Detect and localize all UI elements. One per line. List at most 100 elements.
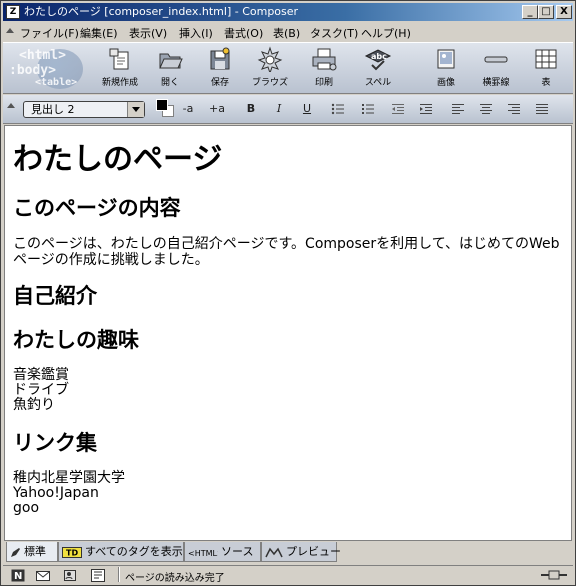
smaller-font-button[interactable]: -a [177,99,199,119]
html-source-icon: <HTML> [188,549,218,558]
open-button[interactable]: 開く [143,46,197,92]
tab-preview[interactable]: プレビュー [261,542,341,562]
text-color-swatch[interactable] [156,99,168,111]
menu-format[interactable]: 書式(O) [224,25,263,41]
connection-status-icon[interactable] [539,569,569,581]
section-heading-contents: このページの内容 [13,196,181,220]
editor-area[interactable]: わたしのページ このページの内容 このページは、わたしの自己紹介ページです。Co… [4,125,572,541]
section-heading-profile: 自己紹介 [13,284,97,308]
align-center-icon[interactable] [479,102,493,116]
open-folder-icon [159,53,183,69]
menu-view[interactable]: 表示(V) [129,25,167,41]
menu-edit[interactable]: 編集(E) [80,25,118,41]
composer-icon[interactable]: Z [6,5,20,19]
open-button-label: 開く [160,78,179,88]
link-item[interactable]: Yahoo!Japan [13,486,563,501]
underline-button[interactable]: U [296,99,318,119]
image-button-label: 画像 [436,78,455,88]
menu-bar: ファイル(F) 編集(E) 表示(V) 挿入(I) 書式(O) 表(B) タスク… [3,23,573,41]
paragraph-style-select[interactable]: 見出し 2 [23,101,145,118]
new-button-label: 新規作成 [101,78,138,88]
minimize-button[interactable]: _ [522,5,538,19]
tab-source[interactable]: <HTML>ソース [184,542,261,562]
outdent-icon[interactable] [391,102,405,116]
list-item: ドライブ [13,382,69,398]
menu-help[interactable]: ヘルプ(H) [361,25,411,41]
browse-icon [257,46,283,72]
navigator-icon[interactable]: N [11,569,25,582]
menu-file[interactable]: ファイル(F) [20,25,79,41]
section-heading-links: リンク集 [13,431,97,455]
menu-insert[interactable]: 挿入(I) [179,25,213,41]
section-heading-hobbies: わたしの趣味 [13,328,139,352]
link-item[interactable]: 稚内北星学園大学 [13,471,563,486]
status-separator [118,567,120,582]
mail-icon[interactable] [36,569,50,582]
print-icon [312,48,337,71]
edit-mode-tabs: 標準 TD すべてのタグを表示 <HTML>ソース プレビュー [4,542,572,563]
bullet-list-icon[interactable] [331,102,345,116]
new-button[interactable]: 新規作成 [93,46,147,92]
composer-status-icon[interactable] [91,569,105,582]
italic-button[interactable]: I [268,99,290,119]
tab-show-tags[interactable]: TD すべてのタグを表示 [58,542,184,562]
toolbar-grip-icon[interactable] [7,103,15,108]
svg-text:<HTML>: <HTML> [188,549,218,558]
hline-button[interactable]: 横罫線 [469,46,523,92]
paragraph-style-value: 見出し 2 [31,103,75,116]
svg-text:abc: abc [371,52,387,61]
tab-normal[interactable]: 標準 [6,542,58,562]
tab-show-tags-label: すべてのタグを表示 [85,545,183,558]
tag-icon: TD [62,546,82,558]
table-button-label: 表 [541,78,551,88]
save-icon [210,47,230,70]
browse-button[interactable]: ブラウズ [243,46,297,92]
spell-button[interactable]: abc スペル [351,46,405,92]
toolbar-grip-icon[interactable] [6,28,14,33]
window-title: わたしのページ [composer_index.html] - Composer [24,5,299,18]
indent-icon[interactable] [419,102,433,116]
list-item: 魚釣り [13,397,55,413]
link-list: 稚内北星学園大学 Yahoo!Japan goo [13,471,563,516]
table-icon [535,49,557,69]
menu-tasks[interactable]: タスク(T) [310,25,358,41]
status-text: ページの読み込み完了 [125,573,225,584]
save-button-label: 保存 [210,78,229,88]
list-item: 音楽鑑賞 [13,367,69,383]
justify-icon[interactable] [535,102,549,116]
image-icon [437,49,455,69]
align-left-icon[interactable] [451,102,465,116]
new-document-icon [109,48,129,70]
browse-button-label: ブラウズ [251,78,288,88]
save-button[interactable]: 保存 [193,46,247,92]
format-toolbar: 見出し 2 -a +a B I U [3,95,573,124]
title-bar[interactable]: Z わたしのページ [composer_index.html] - Compos… [3,3,573,21]
larger-font-button[interactable]: +a [206,99,228,119]
align-right-icon[interactable] [507,102,521,116]
address-book-icon[interactable] [63,569,77,582]
intro-paragraph: このページは、わたしの自己紹介ページです。Composerを利用して、はじめての… [13,236,560,268]
status-bar: N ページの読み込み完了 [3,565,573,584]
menu-table[interactable]: 表(B) [273,25,300,41]
close-button[interactable]: X [556,5,572,19]
maximize-button[interactable]: □ [538,5,554,19]
bold-button[interactable]: B [240,99,262,119]
html-logo: <html> :body> <table> [9,45,89,91]
tab-normal-label: 標準 [24,545,46,558]
print-button-label: 印刷 [314,78,333,88]
print-button[interactable]: 印刷 [297,46,351,92]
link-item[interactable]: goo [13,501,563,516]
svg-text:N: N [14,571,22,582]
pencil-icon [11,547,20,557]
horizontal-rule-icon [484,56,508,63]
spell-button-label: スペル [364,78,392,88]
chevron-down-icon[interactable] [127,102,144,117]
hobby-list: 音楽鑑賞 ドライブ 魚釣り [13,368,563,413]
page-heading: わたしのページ [13,142,223,177]
image-button[interactable]: 画像 [419,46,473,92]
numbered-list-icon[interactable] [361,102,375,116]
svg-text:TD: TD [66,548,78,557]
composer-window: Z わたしのページ [composer_index.html] - Compos… [0,0,576,586]
table-button[interactable]: 表 [519,46,573,92]
hline-button-label: 横罫線 [482,78,510,88]
